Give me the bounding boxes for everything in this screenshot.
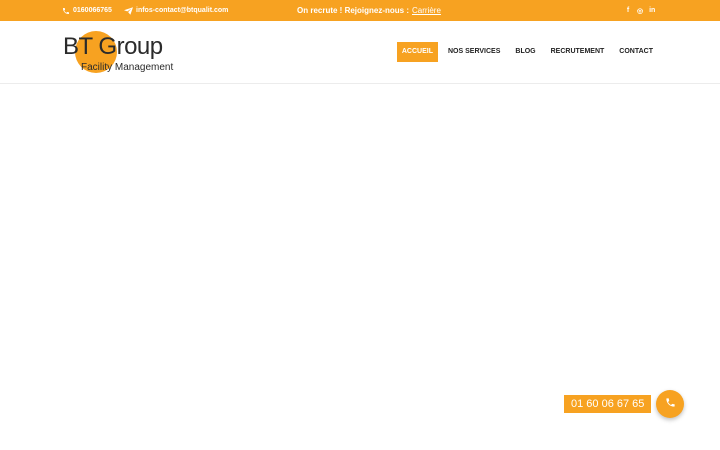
phone-icon [62, 7, 70, 15]
phone-icon [665, 395, 676, 413]
nav-item-contact[interactable]: CONTACT [614, 42, 658, 62]
site-header: BT Group Facility Management ACCUEIL NOS… [0, 21, 720, 84]
logo-main-text: BT Group [63, 33, 163, 60]
instagram-icon[interactable]: ◎ [637, 7, 643, 15]
call-number-badge[interactable]: 01 60 06 67 65 [564, 395, 652, 413]
social-links: f ◎ in [625, 0, 656, 21]
linkedin-icon[interactable]: in [649, 7, 655, 14]
topbar-phone[interactable]: 0160066765 [62, 0, 112, 21]
recruit-text: On recrute ! Rejoignez-nous : [297, 6, 410, 15]
logo-subtitle: Facility Management [81, 62, 174, 73]
topbar-email[interactable]: infos-contact@btqualit.com [124, 0, 228, 21]
recruit-banner: On recrute ! Rejoignez-nous : Carrière [297, 0, 441, 21]
career-link[interactable]: Carrière [412, 6, 441, 15]
facebook-icon[interactable]: f [625, 7, 631, 14]
topbar-phone-number: 0160066765 [73, 7, 112, 14]
paper-plane-icon [124, 6, 133, 15]
logo[interactable]: BT Group Facility Management [63, 29, 193, 79]
nav-item-blog[interactable]: BLOG [510, 42, 540, 62]
main-nav: ACCUEIL NOS SERVICES BLOG RECRUTEMENT CO… [396, 42, 658, 62]
nav-item-recrutement[interactable]: RECRUTEMENT [546, 42, 610, 62]
call-button[interactable] [656, 390, 684, 418]
nav-item-accueil[interactable]: ACCUEIL [396, 42, 438, 62]
top-bar: 0160066765 infos-contact@btqualit.com On… [0, 0, 720, 21]
topbar-email-address: infos-contact@btqualit.com [136, 7, 229, 14]
nav-item-nos-services[interactable]: NOS SERVICES [443, 42, 505, 62]
